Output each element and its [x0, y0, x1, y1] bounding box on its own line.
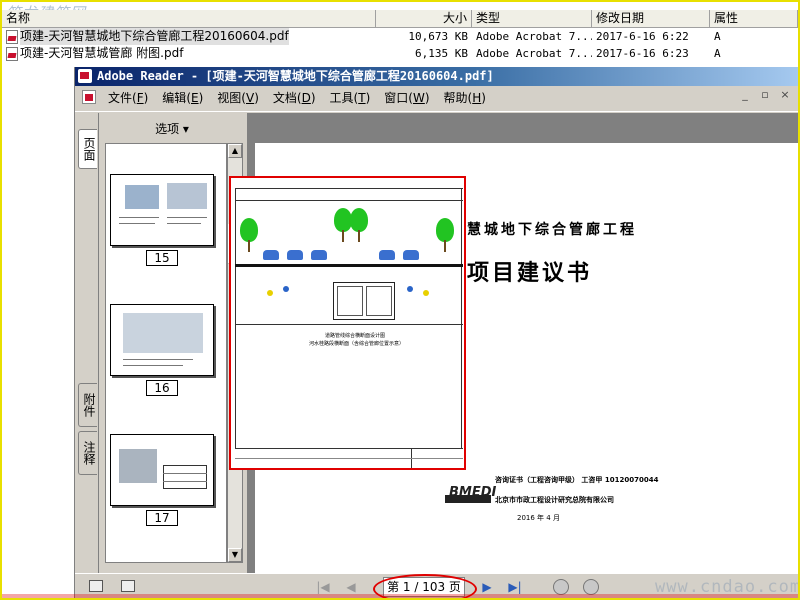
menu-bar: 文件(F) 编辑(E) 视图(V) 文档(D) 工具(T) 窗口(W) 帮助(H… [75, 87, 800, 107]
file-type: Adobe Acrobat 7... [476, 30, 592, 43]
thumbnail-header: 选项 ▾ [99, 113, 245, 143]
menu-window[interactable]: 窗口(W) [382, 89, 431, 106]
document-title: 慧城地下综合管廊工程 [467, 222, 637, 238]
institute-name: 北京市市政工程设计研究总院有限公司 [495, 496, 614, 504]
file-attr: A [714, 30, 721, 43]
tab-attachments[interactable]: 附件 [78, 383, 97, 427]
thumbnail-page-number: 16 [146, 380, 178, 396]
menu-tools[interactable]: 工具(T) [328, 89, 373, 106]
menu-view[interactable]: 视图(V) [215, 89, 261, 106]
thumbnail-item[interactable]: 17 [110, 434, 214, 526]
title-bar[interactable]: Adobe Reader - [项建-天河智慧城地下综合管廊工程20160604… [75, 67, 800, 86]
close-icon[interactable]: × [779, 89, 791, 102]
thumbnail-page-number: 17 [146, 510, 178, 526]
file-type: Adobe Acrobat 7... [476, 47, 592, 60]
last-page-icon[interactable]: ▶| [507, 579, 523, 595]
thumbnail-page[interactable] [110, 434, 214, 506]
marker-icon [267, 290, 273, 296]
file-name: 项建-天河智慧城地下综合管廊工程20160604.pdf [20, 28, 289, 45]
drawing-caption-sub: 河水桂路段横断面（含综合管廊位置示意） [309, 341, 405, 347]
car-icon [379, 250, 395, 260]
marker-icon [283, 286, 289, 292]
car-icon [403, 250, 419, 260]
tab-comments[interactable]: 注释 [78, 431, 97, 475]
file-explorer: 筑龙建筑网 名称 大小 类型 修改日期 属性 项建-天河智慧城地下综合管廊工程2… [2, 2, 798, 66]
column-attributes[interactable]: 属性 [710, 10, 798, 28]
marker-icon [407, 286, 413, 292]
column-date[interactable]: 修改日期 [592, 10, 710, 28]
menu-document[interactable]: 文档(D) [271, 89, 318, 106]
menu-file[interactable]: 文件(F) [106, 89, 150, 106]
page-view-icon[interactable] [121, 580, 135, 592]
certificate-line: 咨询证书（工程咨询甲级） 工咨甲 10120070044 [495, 476, 659, 484]
thumbnail-item[interactable]: 15 [110, 174, 214, 266]
file-size: 10,673 KB [408, 30, 468, 43]
thumbnail-page[interactable] [110, 174, 214, 246]
file-size: 6,135 KB [415, 47, 468, 60]
pdf-file-icon [6, 46, 18, 61]
options-button[interactable]: 选项 ▾ [149, 118, 195, 139]
bottom-band [2, 594, 798, 598]
document-subtitle: 项目建议书 [467, 261, 593, 286]
car-icon [287, 250, 303, 260]
publish-date: 2016 年 4 月 [517, 514, 560, 522]
adobe-reader-icon[interactable] [78, 69, 92, 83]
first-page-icon[interactable]: |◀ [315, 579, 331, 595]
file-date: 2017-6-16 6:22 [596, 30, 689, 43]
utility-tunnel-section [333, 282, 395, 320]
drawing-caption: 道路管线综合横断面设计图 [325, 333, 386, 339]
tree-icon [349, 208, 369, 242]
side-tabs: 页面 附件 注释 [75, 113, 98, 573]
thumbnail-list[interactable]: 15 16 17 [105, 143, 227, 563]
column-name[interactable]: 名称 [2, 10, 376, 28]
marker-icon [423, 290, 429, 296]
column-header: 名称 大小 类型 修改日期 属性 [2, 10, 798, 28]
document-icon[interactable] [82, 90, 96, 104]
back-icon[interactable] [553, 579, 569, 595]
scroll-up-icon[interactable]: ▲ [228, 144, 242, 158]
thumbnail-page[interactable] [110, 304, 214, 376]
thumbnail-item[interactable]: 16 [110, 304, 214, 396]
tree-icon [435, 218, 455, 252]
thumbnail-page-number: 15 [146, 250, 178, 266]
toolbar-strip [75, 107, 800, 112]
car-icon [311, 250, 327, 260]
menu-edit[interactable]: 编辑(E) [160, 89, 205, 106]
bmedi-logo: BMEDI [445, 485, 496, 509]
file-row[interactable]: 项建-天河智慧城地下综合管廊工程20160604.pdf 10,673 KB A… [2, 28, 798, 45]
minimize-icon[interactable]: _ [739, 89, 751, 102]
column-size[interactable]: 大小 [376, 10, 472, 28]
chevron-down-icon: ▾ [182, 121, 189, 136]
restore-icon[interactable]: ▫ [759, 89, 771, 102]
next-page-icon[interactable]: ▶ [479, 579, 495, 595]
layout-icon[interactable] [89, 580, 103, 592]
file-row[interactable]: 项建-天河智慧城管廊 附图.pdf 6,135 KB Adobe Acrobat… [2, 45, 798, 62]
thumbnail-panel: 选项 ▾ 15 16 17 ▲ ▼ [98, 113, 244, 573]
car-icon [263, 250, 279, 260]
window-title: Adobe Reader - [项建-天河智慧城地下综合管廊工程20160604… [97, 69, 494, 83]
file-date: 2017-6-16 6:23 [596, 47, 689, 60]
file-attr: A [714, 47, 721, 60]
column-type[interactable]: 类型 [472, 10, 592, 28]
tab-pages[interactable]: 页面 [78, 129, 97, 169]
forward-icon[interactable] [583, 579, 599, 595]
menu-help[interactable]: 帮助(H) [442, 89, 488, 106]
pdf-file-icon [6, 29, 18, 44]
drawing-preview: 道路管线综合横断面设计图 河水桂路段横断面（含综合管廊位置示意） [229, 176, 466, 470]
file-name: 项建-天河智慧城管廊 附图.pdf [20, 46, 184, 60]
prev-page-icon[interactable]: ◀ [343, 579, 359, 595]
tree-icon [239, 218, 259, 252]
scroll-down-icon[interactable]: ▼ [228, 548, 242, 562]
